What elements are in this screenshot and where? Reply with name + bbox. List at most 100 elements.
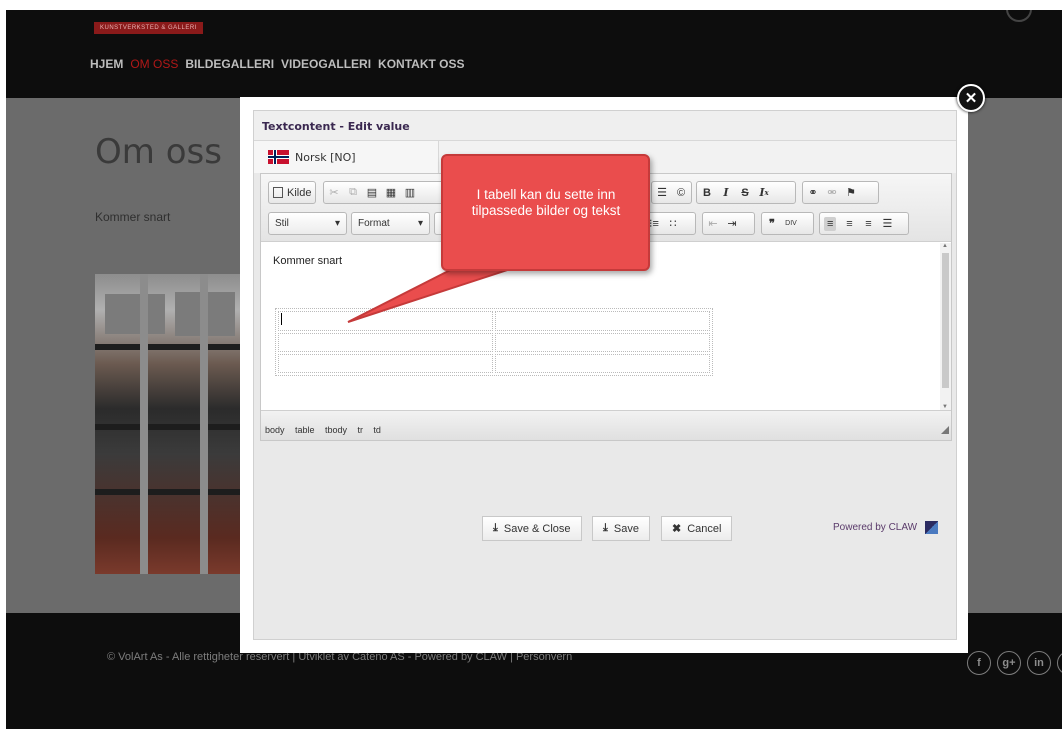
paste-icon[interactable]: ▤	[366, 186, 378, 199]
element-path-bar: body table tbody tr td	[261, 410, 951, 440]
copy-icon[interactable]: ⧉	[347, 186, 359, 199]
list-group: ⁝≡ ∷	[643, 212, 696, 235]
style-combo[interactable]: Stil ▾	[268, 212, 347, 235]
top-right-circle-icon[interactable]	[1006, 10, 1032, 22]
clipboard-group: ✂ ⧉ ▤ ▦ ▥	[323, 181, 446, 204]
cancel-label: Cancel	[687, 522, 722, 535]
social-extra-icon[interactable]	[1057, 651, 1062, 675]
editor-scrollbar[interactable]: ▲ ▼	[940, 243, 951, 410]
path-item-tbody[interactable]: tbody	[325, 425, 347, 435]
flag-icon[interactable]: ⚑	[845, 186, 857, 199]
source-group: Kilde	[268, 181, 317, 204]
outdent-icon[interactable]: ⇤	[707, 217, 719, 230]
nav-item-kontakt-oss[interactable]: KONTAKT OSS	[378, 57, 464, 71]
div-icon[interactable]: DIV	[785, 220, 797, 227]
format-combo-label: Format	[358, 218, 390, 229]
download-icon: ⤓	[493, 522, 498, 534]
align-center-icon[interactable]: ≡	[843, 218, 855, 230]
save-label: Save	[613, 522, 639, 535]
source-icon	[273, 187, 283, 198]
table-cell[interactable]	[495, 333, 710, 352]
align-left-icon[interactable]: ≡	[824, 216, 837, 231]
building-photo	[95, 274, 245, 574]
table-cell[interactable]	[278, 311, 493, 331]
cancel-button[interactable]: ✖ Cancel	[661, 516, 733, 541]
basic-style-group: B I S Ix	[696, 181, 796, 204]
language-tab[interactable]: Norsk [NO]	[254, 141, 439, 173]
bulleted-list-icon[interactable]: ∷	[667, 217, 679, 230]
remove-format-icon[interactable]: Ix	[758, 186, 770, 199]
text-caret	[281, 313, 282, 325]
claw-logo-icon	[925, 521, 939, 534]
format-combo[interactable]: Format ▾	[351, 212, 430, 235]
align-right-icon[interactable]: ≡	[862, 218, 874, 230]
callout-bubble: I tabell kan du sette inn tilpassede bil…	[441, 154, 650, 271]
path-item-table[interactable]: table	[295, 425, 315, 435]
table-cell[interactable]	[278, 333, 493, 352]
scroll-up-icon[interactable]: ▲	[942, 243, 948, 249]
chevron-down-icon: ▾	[417, 218, 423, 229]
brand-tag: KUNSTVERKSTED & GALLERI	[94, 22, 203, 34]
resize-grip-icon[interactable]	[941, 426, 949, 434]
justify-icon[interactable]: ☰	[881, 217, 893, 230]
site-header: KUNSTVERKSTED & GALLERI HJEM OM OSS BILD…	[6, 10, 1062, 98]
cut-icon[interactable]: ✂	[328, 186, 340, 199]
table-row	[278, 311, 710, 331]
scroll-thumb[interactable]	[942, 253, 949, 388]
chevron-down-icon: ▾	[334, 218, 340, 229]
paste-text-icon[interactable]: ▦	[385, 186, 397, 199]
social-links: f g+ in	[967, 651, 1062, 675]
linkedin-icon[interactable]: in	[1027, 651, 1051, 675]
powered-by-label: Powered by CLAW	[833, 522, 918, 533]
paste-word-icon[interactable]: ▥	[404, 186, 416, 199]
link-icon[interactable]: ⚭	[807, 186, 819, 199]
save-button[interactable]: ⤓ Save	[592, 516, 650, 541]
main-nav: HJEM OM OSS BILDEGALLERI VIDEOGALLERI KO…	[90, 57, 465, 71]
indent-icon[interactable]: ⇥	[726, 217, 738, 230]
align-group: ≡ ≡ ≡ ☰	[819, 212, 909, 235]
table-cell[interactable]	[495, 354, 710, 373]
editor-table[interactable]	[275, 308, 713, 376]
modal-title-bar: Textcontent - Edit value	[254, 111, 956, 141]
norway-flag-icon	[268, 150, 289, 164]
page-text: Kommer snart	[95, 210, 171, 224]
nav-item-bildegalleri[interactable]: BILDEGALLERI	[185, 57, 274, 71]
style-combo-label: Stil	[275, 218, 289, 229]
block-group: ❞ DIV	[761, 212, 814, 235]
path-item-tr[interactable]: tr	[357, 425, 363, 435]
link-group: ⚭ ⚮ ⚑	[802, 181, 879, 204]
source-label: Kilde	[287, 186, 312, 199]
callout-text: I tabell kan du sette inn tilpassede bil…	[471, 187, 621, 218]
editor-text: Kommer snart	[273, 255, 343, 267]
misc-group: ☰ ©	[651, 181, 692, 204]
page-title: Om oss	[95, 132, 222, 172]
table-cell[interactable]	[495, 311, 710, 331]
download-icon: ⤓	[603, 522, 608, 534]
powered-by: Powered by CLAW	[833, 521, 939, 534]
close-icon[interactable]: ✕	[957, 84, 985, 112]
save-close-button[interactable]: ⤓ Save & Close	[482, 516, 582, 541]
table-row	[278, 333, 710, 352]
language-label: Norsk [NO]	[295, 150, 356, 164]
special-char-icon[interactable]: ©	[675, 187, 687, 199]
nav-item-om-oss[interactable]: OM OSS	[130, 57, 178, 71]
bold-button[interactable]: B	[701, 187, 713, 199]
path-item-td[interactable]: td	[373, 425, 381, 435]
strike-button[interactable]: S	[739, 187, 751, 199]
facebook-icon[interactable]: f	[967, 651, 991, 675]
save-close-label: Save & Close	[503, 522, 571, 535]
nav-item-hjem[interactable]: HJEM	[90, 57, 123, 71]
source-button[interactable]: Kilde	[273, 187, 311, 199]
unlink-icon[interactable]: ⚮	[826, 186, 838, 199]
italic-button[interactable]: I	[720, 186, 732, 199]
table-cell[interactable]	[278, 354, 493, 373]
indent-group: ⇤ ⇥	[702, 212, 755, 235]
table-row	[278, 354, 710, 373]
cancel-icon: ✖	[672, 523, 682, 535]
modal-title: Textcontent - Edit value	[262, 120, 410, 133]
nav-item-videogalleri[interactable]: VIDEOGALLERI	[281, 57, 371, 71]
quote-icon[interactable]: ❞	[766, 217, 778, 230]
google-plus-icon[interactable]: g+	[997, 651, 1021, 675]
table-icon[interactable]: ☰	[656, 186, 668, 199]
path-item-body[interactable]: body	[265, 425, 285, 435]
